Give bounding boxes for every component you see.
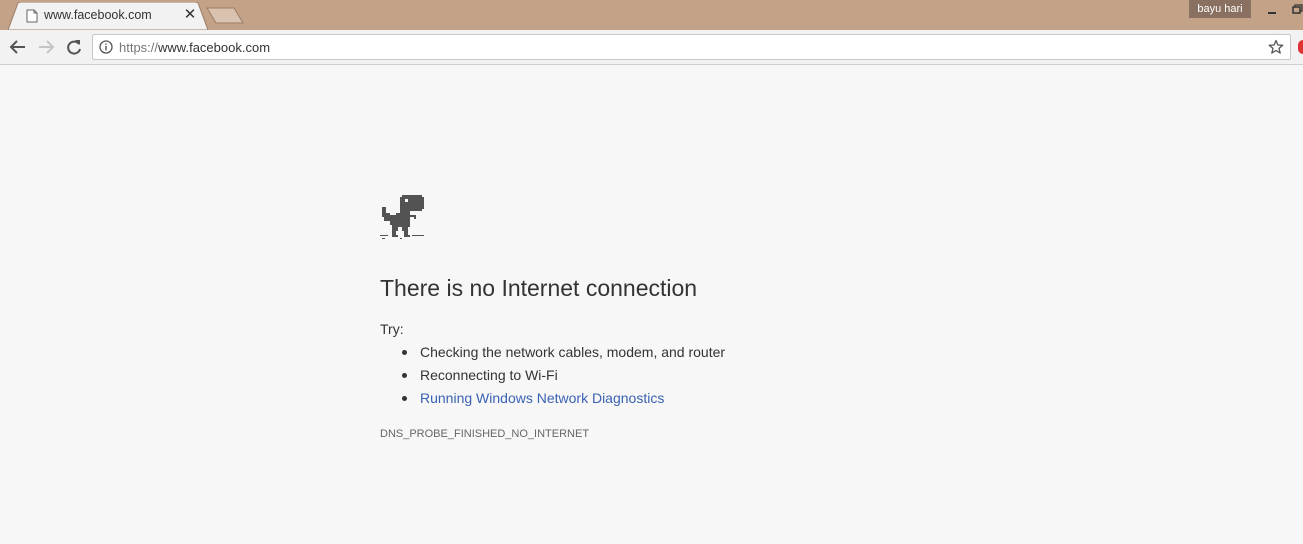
back-arrow-icon[interactable] xyxy=(8,38,28,56)
bullet xyxy=(402,350,407,355)
close-icon[interactable]: ✕ xyxy=(183,7,197,23)
list-item: Checking the network cables, modem, and … xyxy=(402,344,726,367)
title-bar: www.facebook.com ✕ bayu hari xyxy=(0,0,1303,30)
url-text[interactable]: https://www.facebook.com xyxy=(119,40,270,55)
info-icon[interactable] xyxy=(99,40,113,54)
page-icon xyxy=(26,9,38,23)
try-label: Try: xyxy=(380,321,404,337)
extension-icon[interactable] xyxy=(1298,40,1303,54)
url-scheme: https:// xyxy=(119,40,159,55)
tab-facebook[interactable]: www.facebook.com ✕ xyxy=(8,2,208,30)
tab-title: www.facebook.com xyxy=(44,8,152,22)
omnibox[interactable]: https://www.facebook.com xyxy=(92,34,1291,60)
suggestion-text: Reconnecting to Wi-Fi xyxy=(420,367,558,383)
forward-arrow-icon[interactable] xyxy=(36,38,56,56)
dino-icon xyxy=(380,195,426,241)
network-diagnostics-link[interactable]: Running Windows Network Diagnostics xyxy=(420,390,664,406)
restore-icon[interactable] xyxy=(1290,2,1303,16)
star-icon[interactable] xyxy=(1268,39,1284,55)
minimize-icon[interactable] xyxy=(1265,2,1279,16)
error-code: DNS_PROBE_FINISHED_NO_INTERNET xyxy=(380,428,590,440)
toolbar: https://www.facebook.com xyxy=(0,30,1303,65)
bullet xyxy=(402,373,407,378)
bullet xyxy=(402,396,407,401)
url-host: www.facebook.com xyxy=(158,40,271,55)
suggestion-list: Checking the network cables, modem, and … xyxy=(402,344,726,413)
reload-icon[interactable] xyxy=(64,38,84,56)
profile-button[interactable]: bayu hari xyxy=(1189,0,1251,18)
list-item: Reconnecting to Wi-Fi xyxy=(402,367,725,390)
suggestion-text: Checking the network cables, modem, and … xyxy=(420,344,726,360)
new-tab-button[interactable] xyxy=(206,7,244,24)
error-headline: There is no Internet connection xyxy=(380,275,698,301)
list-item: Running Windows Network Diagnostics xyxy=(402,390,725,413)
